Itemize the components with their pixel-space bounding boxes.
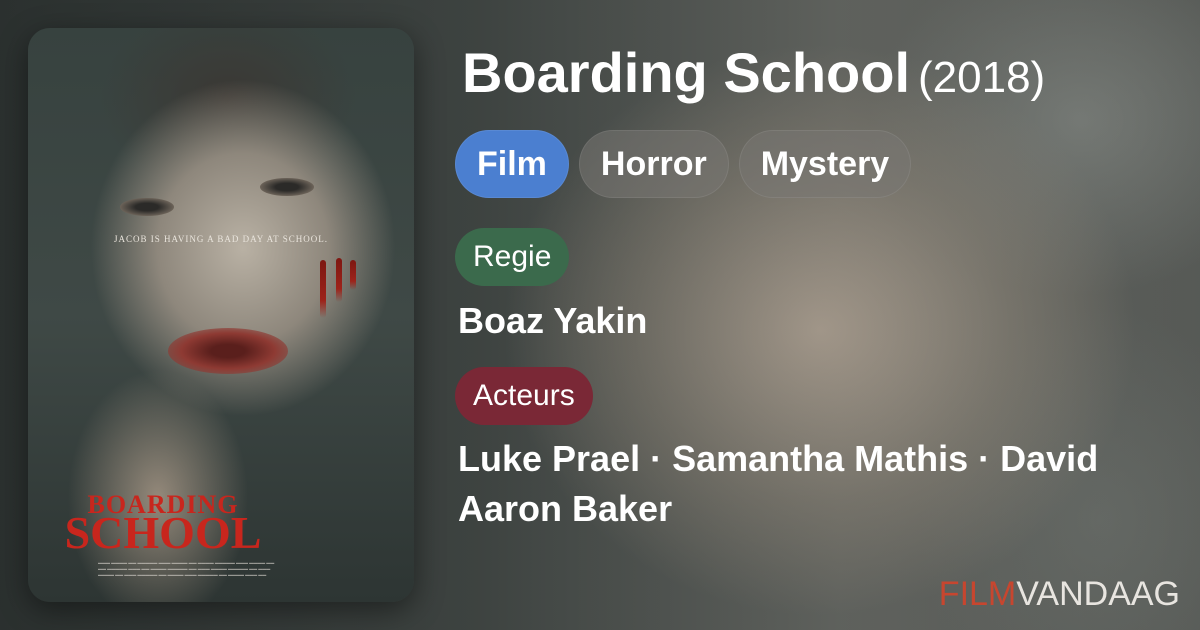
movie-year: (2018) (918, 53, 1046, 102)
brand-logo[interactable]: FILMVANDAAG (939, 575, 1180, 614)
poster-blood-3 (350, 260, 356, 290)
genre-chip-film[interactable]: Film (455, 130, 569, 198)
poster-blood-2 (336, 258, 342, 302)
poster-credits-block: ▬▬▬ ▬▬▬▬ ▬▬ ▬▬▬▬▬ ▬▬▬ ▬▬▬▬ ▬▬ ▬▬▬▬ ▬▬▬▬▬… (98, 560, 275, 577)
poster-blood-1 (320, 260, 326, 318)
movie-title-line: Boarding School (2018) (462, 40, 1045, 105)
poster-tagline: JACOB IS HAVING A BAD DAY AT SCHOOL. (113, 234, 329, 244)
movie-poster[interactable]: JACOB IS HAVING A BAD DAY AT SCHOOL. BOA… (28, 28, 414, 602)
poster-title-line2: SCHOOL (64, 507, 262, 558)
actors-label: Acteurs (455, 367, 593, 425)
movie-title: Boarding School (462, 41, 910, 104)
genre-chip-mystery[interactable]: Mystery (738, 130, 912, 198)
genre-chips: Film Horror Mystery (455, 130, 912, 198)
actors-list[interactable]: Luke Prael · Samantha Mathis · David Aar… (458, 434, 1158, 534)
director-label: Regie (455, 228, 570, 286)
poster-eye-right (260, 178, 314, 196)
poster-eye-left (120, 198, 174, 216)
brand-logo-part2: VANDAAG (1016, 575, 1180, 613)
poster-lips (168, 328, 288, 374)
genre-chip-horror[interactable]: Horror (578, 130, 729, 198)
brand-logo-part1: FILM (938, 575, 1017, 613)
director-name[interactable]: Boaz Yakin (458, 296, 647, 346)
